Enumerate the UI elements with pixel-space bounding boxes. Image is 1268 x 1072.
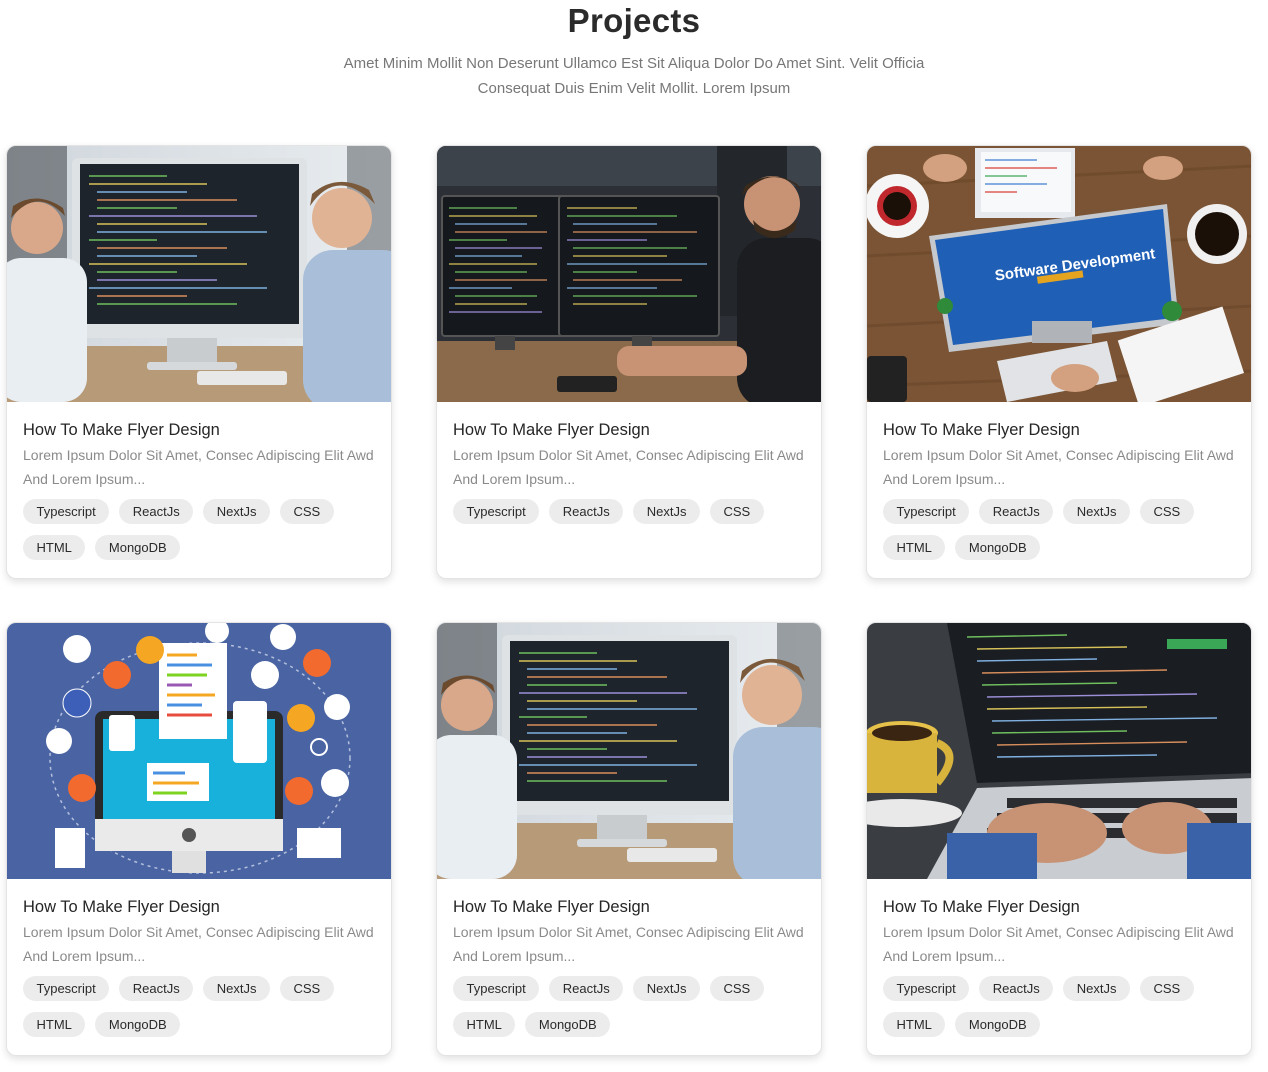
tag-css: CSS [709,499,764,524]
project-thumbnail: Software Development [867,146,1251,402]
tag-html: HTML [23,535,86,560]
tag-mongodb: MongoDB [95,535,181,560]
project-thumbnail [437,623,821,879]
project-thumbnail [437,146,821,402]
tag-mongodb: MongoDB [95,1012,181,1037]
tag-typescript: Typescript [23,499,110,524]
project-title: How To Make Flyer Design [23,898,220,916]
tag-reactjs: ReactJs [979,976,1054,1001]
tag-css: CSS [1139,499,1194,524]
tag-nextjs: NextJs [1063,976,1130,1001]
project-title: How To Make Flyer Design [883,898,1080,916]
project-card[interactable]: Software Development How To Make Flyer D… [866,145,1252,579]
tag-reactjs: ReactJs [549,499,624,524]
tag-list: Typescript ReactJs NextJs CSS [453,499,813,524]
tag-mongodb: MongoDB [955,1012,1041,1037]
tag-html: HTML [453,1012,516,1037]
tag-reactjs: ReactJs [119,976,194,1001]
tag-list: Typescript ReactJs NextJs CSS HTML Mongo… [453,976,813,1037]
tag-html: HTML [23,1012,86,1037]
page-subtitle: Amet Minim Mollit Non Deserunt Ullamco E… [314,52,954,101]
project-title: How To Make Flyer Design [453,898,650,916]
tag-reactjs: ReactJs [119,499,194,524]
project-thumbnail [867,623,1251,879]
tag-nextjs: NextJs [633,499,700,524]
tag-typescript: Typescript [883,499,970,524]
tag-css: CSS [1139,976,1194,1001]
subtitle-line-2: Consequat Duis Enim Velit Mollit. Lorem … [477,79,791,97]
project-description: Lorem Ipsum Dolor Sit Amet, Consec Adipi… [883,924,1234,964]
tag-list: Typescript ReactJs NextJs CSS HTML Mongo… [883,976,1243,1037]
tag-css: CSS [709,976,764,1001]
tag-html: HTML [883,535,946,560]
project-title: How To Make Flyer Design [23,421,220,439]
tag-reactjs: ReactJs [549,976,624,1001]
tag-typescript: Typescript [453,499,540,524]
project-description: Lorem Ipsum Dolor Sit Amet, Consec Adipi… [453,447,804,487]
project-card[interactable]: How To Make Flyer Design Lorem Ipsum Dol… [436,145,822,579]
tag-nextjs: NextJs [633,976,700,1001]
tag-nextjs: NextJs [203,976,270,1001]
project-card[interactable]: How To Make Flyer Design Lorem Ipsum Dol… [866,622,1252,1056]
tag-list: Typescript ReactJs NextJs CSS HTML Mongo… [23,976,383,1037]
subtitle-line-1: Amet Minim Mollit Non Deserunt Ullamco E… [343,55,925,72]
project-thumbnail [7,623,391,879]
project-thumbnail [7,146,391,402]
project-card[interactable]: How To Make Flyer Design Lorem Ipsum Dol… [6,622,392,1056]
project-description: Lorem Ipsum Dolor Sit Amet, Consec Adipi… [453,924,804,964]
project-title: How To Make Flyer Design [453,421,650,439]
project-description: Lorem Ipsum Dolor Sit Amet, Consec Adipi… [23,924,374,964]
project-card[interactable]: How To Make Flyer Design Lorem Ipsum Dol… [436,622,822,1056]
tag-css: CSS [279,976,334,1001]
tag-nextjs: NextJs [1063,499,1130,524]
tag-html: HTML [883,1012,946,1037]
tag-nextjs: NextJs [203,499,270,524]
tag-list: Typescript ReactJs NextJs CSS HTML Mongo… [23,499,383,560]
tag-mongodb: MongoDB [525,1012,611,1037]
page-title: Projects [567,2,701,39]
tag-typescript: Typescript [453,976,540,1001]
project-title: How To Make Flyer Design [883,421,1080,439]
tag-list: Typescript ReactJs NextJs CSS HTML Mongo… [883,499,1243,560]
project-description: Lorem Ipsum Dolor Sit Amet, Consec Adipi… [883,447,1234,487]
tag-reactjs: ReactJs [979,499,1054,524]
tag-mongodb: MongoDB [955,535,1041,560]
tag-typescript: Typescript [23,976,110,1001]
tag-typescript: Typescript [883,976,970,1001]
project-description: Lorem Ipsum Dolor Sit Amet, Consec Adipi… [23,447,374,487]
project-card[interactable]: How To Make Flyer Design Lorem Ipsum Dol… [6,145,392,579]
tag-css: CSS [279,499,334,524]
